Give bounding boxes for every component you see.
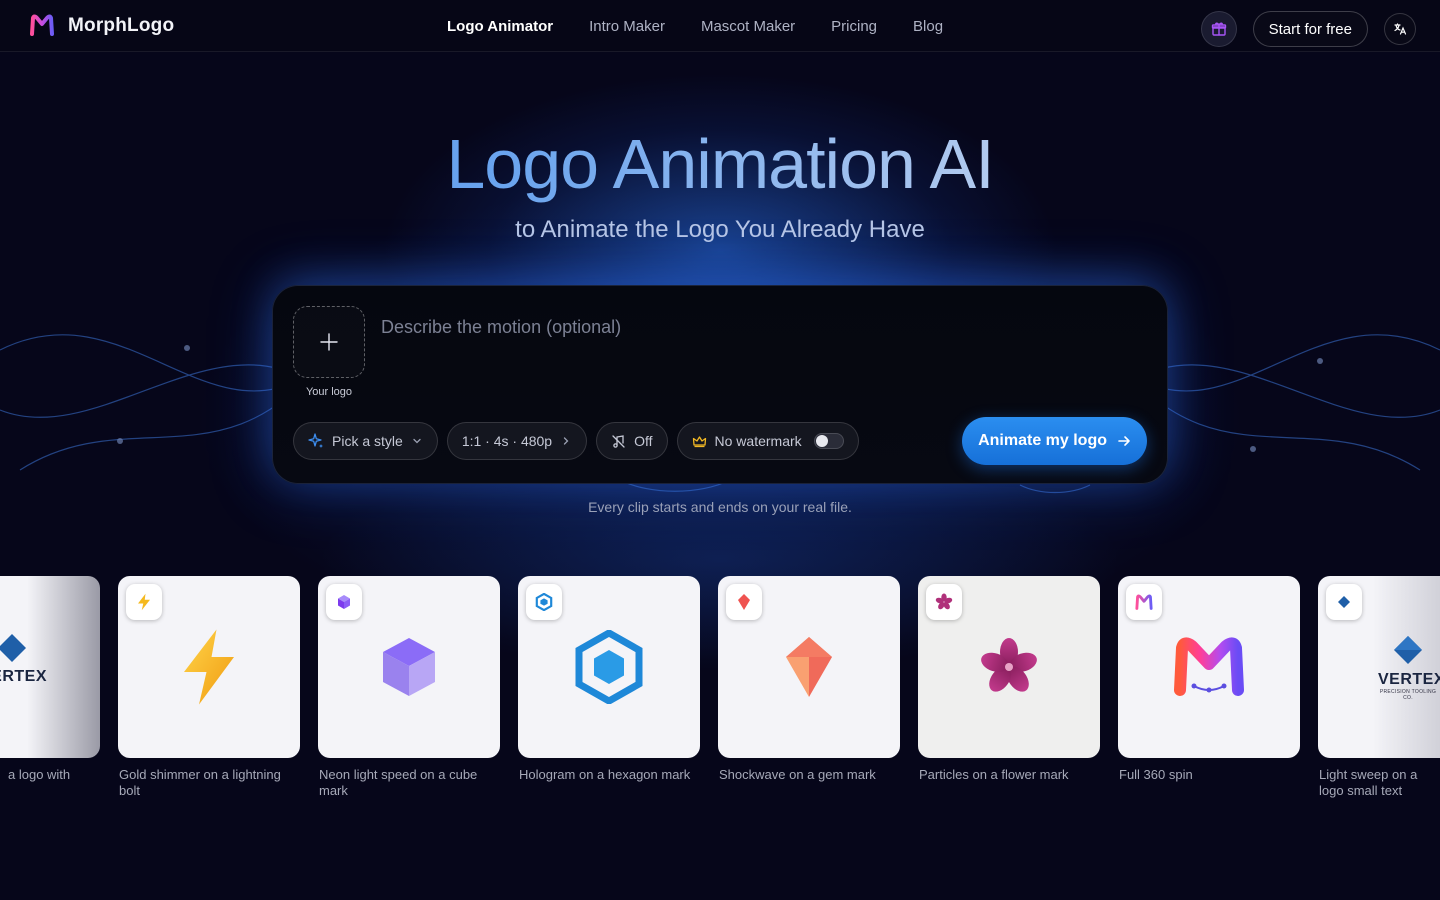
sparkle-icon	[308, 433, 323, 448]
animate-button-label: Animate my logo	[978, 432, 1107, 449]
gallery-thumbnail[interactable]: VERTEX	[0, 576, 100, 758]
gallery-caption: Hologram on a hexagon mark	[519, 767, 691, 782]
gallery-caption: Full 360 spin	[1119, 767, 1193, 782]
hexagon-logo	[575, 630, 643, 704]
language-button[interactable]	[1384, 13, 1416, 45]
gallery-thumbnail[interactable]: VERTEX PRECISION TOOLING CO.	[1318, 576, 1440, 758]
m-logo-badge	[1126, 584, 1162, 620]
m-logo-icon	[30, 14, 54, 36]
gallery-item[interactable]: Shockwave on a gem mark	[718, 576, 900, 783]
arrow-right-icon	[1118, 436, 1130, 446]
vertex-word: VERTEX	[1378, 671, 1440, 688]
brand-name: MorphLogo	[68, 14, 175, 36]
music-off-icon	[612, 434, 625, 448]
gem-logo	[786, 637, 832, 697]
diamond-icon	[1338, 596, 1350, 608]
hexagon-icon	[535, 593, 553, 611]
nav-link-intro-maker[interactable]: Intro Maker	[589, 18, 665, 35]
gallery-thumbnail[interactable]	[118, 576, 300, 758]
gallery-caption: Neon light speed on a cube mark	[319, 767, 478, 798]
cube-logo	[383, 638, 435, 696]
animate-my-logo-button[interactable]: Animate my logo	[962, 417, 1147, 465]
video-settings-label: 1:1 · 4s · 480p	[461, 433, 553, 449]
gallery-item[interactable]: Gold shimmer on a lightning bolt	[118, 576, 300, 799]
flower-icon	[935, 593, 953, 610]
gallery-thumbnail[interactable]	[318, 576, 500, 758]
bolt-badge	[126, 584, 162, 620]
gallery-thumbnail[interactable]	[1118, 576, 1300, 758]
vertex-logo: VERTEX PRECISION TOOLING CO.	[1378, 634, 1440, 701]
gallery-item[interactable]: VERTEX a logo with	[0, 576, 100, 783]
brand[interactable]: MorphLogo	[28, 12, 174, 40]
gallery-thumbnail[interactable]	[718, 576, 900, 758]
nav-actions: Start for free	[1200, 11, 1416, 47]
diamond-icon	[0, 634, 26, 662]
gallery-thumbnail[interactable]	[918, 576, 1100, 758]
nav-links: Logo Animator Intro Maker Mascot Maker P…	[447, 0, 943, 52]
option-chips: Pick a style 1:1 · 4s · 480p Off No wate…	[293, 422, 859, 460]
nav-link-pricing[interactable]: Pricing	[831, 18, 877, 35]
translate-icon	[1394, 23, 1407, 35]
no-watermark-toggle[interactable]: No watermark	[676, 422, 859, 460]
nav-link-mascot-maker[interactable]: Mascot Maker	[701, 18, 795, 35]
gift-button[interactable]	[1200, 11, 1237, 47]
hero-title: Logo Animation AI	[0, 124, 1440, 204]
crown-icon	[692, 435, 706, 447]
vertex-wordmark: VERTEX	[0, 668, 47, 686]
bolt-icon	[138, 593, 150, 611]
nav-link-blog[interactable]: Blog	[913, 18, 943, 35]
gallery-item[interactable]: Neon light speed on a cube mark	[318, 576, 500, 799]
upload-label: Your logo	[305, 386, 353, 398]
gallery-caption: a logo with	[8, 767, 71, 782]
gem-badge	[726, 584, 762, 620]
gift-icon	[1211, 22, 1226, 36]
hero-subtitle: to Animate the Logo You Already Have	[515, 216, 925, 243]
gallery-caption: Gold shimmer on a lightning bolt	[119, 767, 281, 798]
lightning-bolt-logo	[184, 629, 234, 705]
gallery-item[interactable]: Full 360 spin	[1118, 576, 1300, 783]
flower-badge	[926, 584, 962, 620]
vertex-tagline: PRECISION TOOLING CO.	[1379, 689, 1437, 701]
top-nav: MorphLogo Logo Animator Intro Maker Masc…	[0, 0, 1440, 52]
flower-logo	[981, 638, 1037, 692]
logo-upload-button[interactable]	[293, 306, 365, 378]
m-logo-icon	[1135, 594, 1153, 610]
m-logo-large	[1174, 637, 1244, 696]
nav-link-logo-animator[interactable]: Logo Animator	[447, 18, 553, 35]
no-watermark-label: No watermark	[714, 433, 802, 449]
file-note: Every clip starts and ends on your real …	[588, 499, 852, 515]
gallery-item[interactable]: Particles on a flower mark	[918, 576, 1100, 783]
vertex-badge	[1326, 584, 1362, 620]
cube-icon	[338, 595, 350, 609]
vertex-word: VERTEX	[0, 668, 48, 685]
start-for-free-button[interactable]: Start for free	[1252, 11, 1368, 47]
diamond-icon	[1394, 636, 1422, 664]
cube-badge	[326, 584, 362, 620]
gem-icon	[738, 594, 750, 610]
plus-icon	[320, 333, 338, 351]
gallery-caption: Shockwave on a gem mark	[719, 767, 876, 782]
gallery-caption: Particles on a flower mark	[919, 767, 1069, 782]
gallery-caption: Light sweep on a logo small text	[1319, 767, 1418, 798]
gallery-thumbnail[interactable]	[518, 576, 700, 758]
motion-description-input[interactable]	[381, 312, 1141, 342]
gallery-item[interactable]: VERTEX PRECISION TOOLING CO. Light sweep…	[1318, 576, 1440, 799]
chevron-down-icon	[413, 438, 421, 444]
pick-style-label: Pick a style	[332, 433, 403, 449]
prompt-card: Your logo Pick a style 1:1 · 4s · 480p	[272, 285, 1168, 484]
example-gallery: VERTEX a logo with Gold shimmer on a lig…	[0, 576, 1440, 816]
hexagon-badge	[526, 584, 562, 620]
audio-toggle-button[interactable]: Off	[596, 422, 668, 460]
video-settings-button[interactable]: 1:1 · 4s · 480p	[446, 422, 588, 460]
pick-style-dropdown[interactable]: Pick a style	[293, 422, 438, 460]
audio-label: Off	[634, 433, 653, 449]
chevron-right-icon	[563, 437, 569, 445]
watermark-switch[interactable]	[813, 433, 844, 449]
gallery-item[interactable]: Hologram on a hexagon mark	[518, 576, 700, 783]
vertex-logo	[0, 632, 28, 669]
